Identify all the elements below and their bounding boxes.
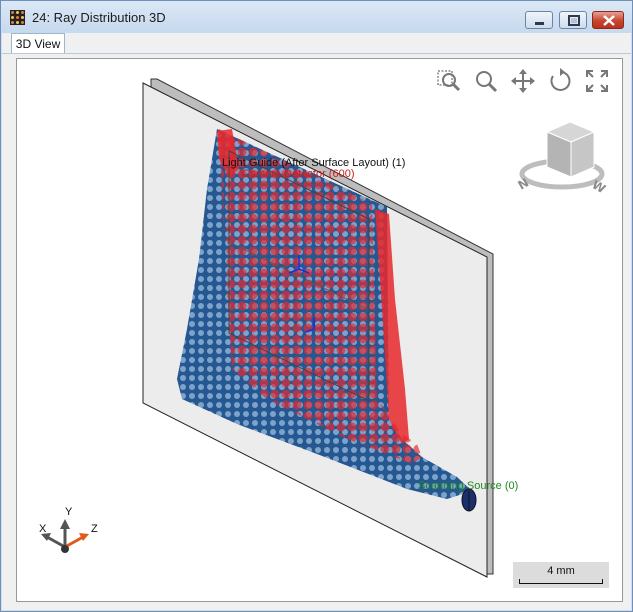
rotate-icon[interactable] bbox=[547, 68, 573, 94]
content-area: N W Light Guide (After Surface Layout) (… bbox=[2, 54, 631, 610]
minimize-icon bbox=[535, 22, 544, 25]
zoom-icon[interactable] bbox=[473, 68, 499, 94]
3d-viewport[interactable]: N W Light Guide (After Surface Layout) (… bbox=[16, 58, 623, 602]
axis-indicator bbox=[41, 519, 89, 553]
maximize-button[interactable] bbox=[559, 11, 587, 29]
close-button[interactable] bbox=[592, 11, 624, 29]
main-window: 24: Ray Distribution 3D 3D View N W Ligh… bbox=[0, 0, 633, 612]
fit-view-icon[interactable] bbox=[584, 68, 610, 94]
axis-label-x: X bbox=[39, 523, 47, 535]
pan-icon[interactable] bbox=[510, 68, 536, 94]
axis-label-y: Y bbox=[65, 506, 73, 518]
scanning-source-label: Scanning Source (0) bbox=[418, 480, 519, 492]
scale-bar: 4 mm bbox=[513, 562, 609, 588]
axis-label-z: Z bbox=[91, 523, 98, 535]
close-icon bbox=[603, 15, 615, 26]
view-cube[interactable]: N W bbox=[516, 121, 608, 196]
app-icon bbox=[10, 10, 25, 25]
camera-detector-label: Camera Detector (600) bbox=[242, 168, 355, 180]
zoom-region-icon[interactable] bbox=[436, 68, 462, 94]
scene-canvas[interactable]: N W bbox=[17, 59, 622, 601]
svg-text:N: N bbox=[516, 175, 532, 192]
tab-3d-view[interactable]: 3D View bbox=[11, 33, 65, 53]
tab-bar: 3D View bbox=[2, 33, 631, 54]
restore-icon bbox=[568, 15, 580, 26]
window-title: 24: Ray Distribution 3D bbox=[32, 10, 166, 25]
title-bar[interactable]: 24: Ray Distribution 3D bbox=[1, 1, 632, 33]
scale-bar-label: 4 mm bbox=[547, 565, 575, 577]
minimize-button[interactable] bbox=[525, 11, 553, 29]
